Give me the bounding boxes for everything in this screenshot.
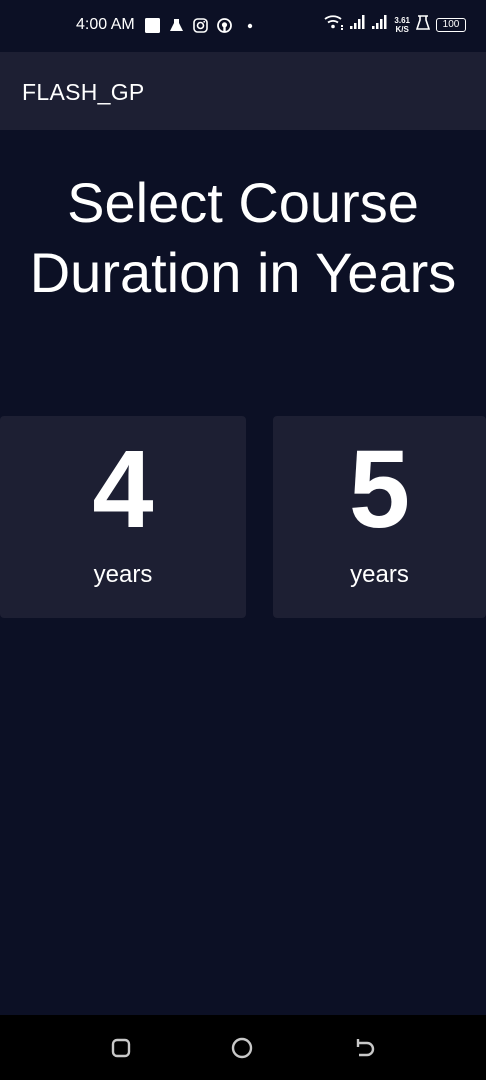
duration-number: 5 — [348, 428, 411, 551]
app-bar: FLASH_GP — [0, 52, 486, 130]
notification-icons — [144, 17, 256, 33]
signal-icon — [350, 14, 366, 35]
duration-number: 4 — [92, 428, 154, 551]
duration-label: years — [350, 561, 409, 588]
flask-icon — [168, 17, 184, 33]
duration-option-4-years[interactable]: 4 years — [0, 416, 246, 618]
network-speed-unit: K/S — [395, 24, 409, 34]
alarm-icon — [415, 14, 431, 35]
home-icon[interactable] — [229, 1035, 255, 1061]
duration-label: years — [93, 561, 153, 588]
heading-line-2: Duration in Years — [29, 241, 457, 304]
duration-option-5-years[interactable]: 5 years — [273, 416, 486, 618]
signal-icon-2 — [372, 14, 388, 35]
network-speed: 3.61 K/S — [394, 16, 410, 34]
network-speed-value: 3.61 — [394, 15, 410, 25]
status-time: 4:00 AM — [76, 16, 135, 33]
square-icon — [144, 17, 160, 33]
status-bar: 4:00 AM 3.61 K/S 100 — [0, 0, 486, 52]
app-title: FLASH_GP — [22, 79, 145, 105]
back-icon[interactable] — [351, 1035, 377, 1061]
battery-icon: 100 — [436, 17, 466, 32]
recents-icon[interactable] — [108, 1035, 134, 1061]
instagram-icon — [192, 17, 208, 33]
github-icon — [216, 17, 232, 33]
system-icons: 3.61 K/S 100 — [324, 14, 466, 35]
screen: 4:00 AM 3.61 K/S 100 FLASH_GP Select Cou… — [0, 0, 486, 1080]
page-heading: Select Course Duration in Years — [0, 168, 486, 308]
wifi-icon — [324, 14, 344, 35]
navigation-bar — [0, 1015, 486, 1080]
heading-line-1: Select Course — [67, 171, 419, 234]
dot-icon — [240, 17, 256, 33]
